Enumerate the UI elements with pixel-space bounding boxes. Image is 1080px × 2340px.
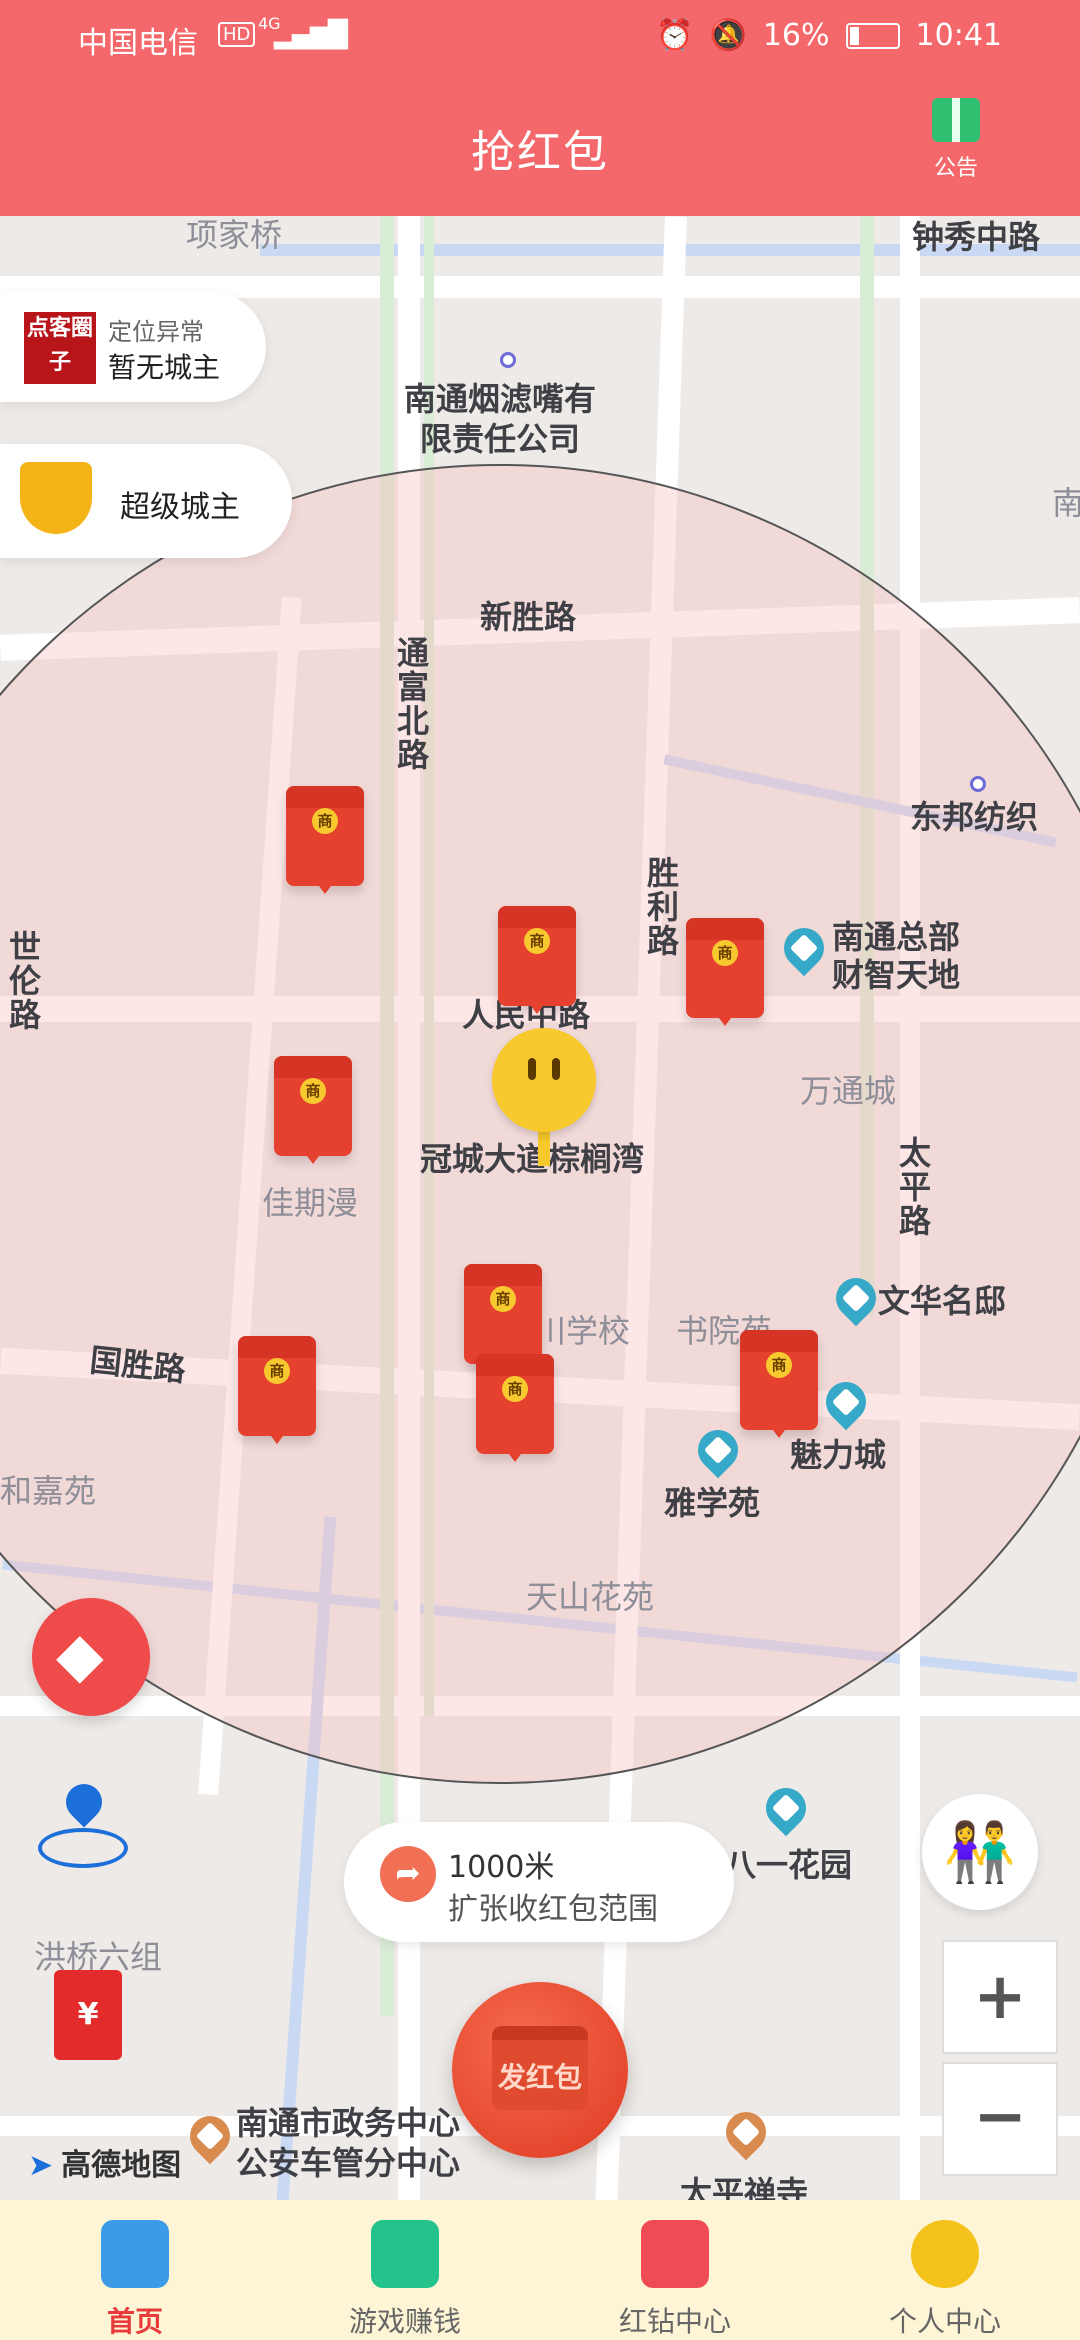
poi-pin-icon xyxy=(757,1779,815,1837)
hd-badge: HD xyxy=(218,22,256,47)
red-envelope[interactable]: 商 xyxy=(286,786,364,894)
nav-label: 红钻中心 xyxy=(618,2305,731,2338)
envelope-mark: 商 xyxy=(300,1078,326,1104)
map-label: 八一花园 xyxy=(724,1846,853,1884)
red-envelope-yuan-button[interactable]: ¥ xyxy=(54,1970,122,2060)
amap-arrow-icon: ➤ xyxy=(28,2148,54,2183)
red-envelope[interactable]: 商 xyxy=(238,1336,316,1444)
envelope-mark: 商 xyxy=(712,940,738,966)
range-distance: 1000米 xyxy=(448,1850,555,1885)
bottom-nav: 首页 游戏赚钱 红钻中心 个人中心 xyxy=(0,2200,1080,2340)
wifi-icon: ⌔ xyxy=(318,18,347,53)
city-owner-name: 暂无城主 xyxy=(108,351,221,384)
red-envelope[interactable]: 商 xyxy=(476,1354,554,1462)
send-red-envelope-button[interactable]: 发红包 xyxy=(452,1982,628,2158)
trophy-icon xyxy=(20,462,92,534)
zoom-in-button[interactable]: + xyxy=(942,1940,1058,2054)
map-label: 天山花苑 xyxy=(526,1578,655,1616)
user-location-tail xyxy=(538,1126,550,1166)
gift-icon xyxy=(932,98,980,142)
notice-label: 公告 xyxy=(933,156,978,181)
map-label: 限责任公司 xyxy=(420,420,581,458)
red-envelope[interactable]: 商 xyxy=(686,918,764,1026)
nav-games[interactable]: 游戏赚钱 xyxy=(270,2200,540,2340)
map-label: 文华名邸 xyxy=(878,1282,1007,1320)
clock: 10:41 xyxy=(915,18,1002,53)
notice-button[interactable]: 公告 xyxy=(926,98,986,182)
red-envelope[interactable]: 商 xyxy=(464,1264,542,1372)
red-envelope[interactable]: 商 xyxy=(498,906,576,1014)
map-label: 佳期漫 xyxy=(262,1184,359,1222)
nav-profile[interactable]: 个人中心 xyxy=(810,2200,1080,2340)
game-mail-icon xyxy=(371,2220,439,2288)
temple-pin-icon xyxy=(717,2103,775,2161)
diamond-button[interactable] xyxy=(32,1598,150,1716)
battery-percent: 16% xyxy=(762,18,830,53)
map-label: 万通城 xyxy=(800,1072,897,1110)
envelope-mark: 商 xyxy=(524,928,550,954)
envelope-mark: 商 xyxy=(766,1352,792,1378)
map-label: 胜利路 xyxy=(642,856,680,958)
share-arrow-icon: ➦ xyxy=(380,1846,436,1902)
envelope-mark: 商 xyxy=(490,1286,516,1312)
range-action: 扩张收红包范围 xyxy=(448,1892,658,1927)
map-label: 太平路 xyxy=(894,1136,932,1238)
amap-label: 高德地图 xyxy=(61,2148,182,2183)
carrier-name: 中国电信 xyxy=(78,26,198,61)
map-label: 国胜路 xyxy=(88,1341,188,1389)
nav-home[interactable]: 首页 xyxy=(0,2200,270,2340)
map-label: 财智天地 xyxy=(832,956,961,994)
nav-label: 首页 xyxy=(106,2305,163,2338)
map-label: 魅力城 xyxy=(790,1436,887,1474)
status-right: ⏰ 🔕 16% 10:41 xyxy=(656,18,1002,53)
box-icon xyxy=(101,2220,169,2288)
zoom-out-button[interactable]: − xyxy=(942,2062,1058,2176)
nav-diamond-center[interactable]: 红钻中心 xyxy=(540,2200,810,2340)
map-label: 冠城大道棕榈湾 xyxy=(420,1140,645,1178)
super-owner-panel[interactable]: 超级城主 xyxy=(0,444,292,558)
location-ring-icon xyxy=(38,1828,128,1868)
location-status: 定位异常 xyxy=(108,318,204,346)
envelope-mark: 商 xyxy=(312,808,338,834)
map-label: 新胜路 xyxy=(480,598,577,636)
location-pin-icon xyxy=(58,1776,110,1828)
red-envelope[interactable]: 商 xyxy=(274,1056,352,1164)
user-location-icon xyxy=(492,1028,596,1132)
map-label: 和嘉苑 xyxy=(0,1472,97,1510)
poi-dot xyxy=(970,776,986,792)
nav-label: 个人中心 xyxy=(888,2305,1001,2338)
map-label: 川学校 xyxy=(534,1312,631,1350)
couple-button[interactable]: 👫 xyxy=(922,1794,1038,1910)
status-bar: 中国电信 HD 4G ▂▄▆█ ⌔ ⏰ 🔕 16% 10:41 xyxy=(0,0,1080,72)
super-owner-label: 超级城主 xyxy=(120,490,240,525)
map-label: 公安车管分中心 xyxy=(236,2144,461,2182)
map-label: 雅学苑 xyxy=(664,1484,761,1522)
map-label: 钟秀中路 xyxy=(912,218,1041,256)
mute-icon: 🔕 xyxy=(709,18,747,53)
battery-icon xyxy=(845,22,900,49)
envelope-mark: 商 xyxy=(264,1358,290,1384)
nav-label: 游戏赚钱 xyxy=(348,2305,461,2338)
envelope-mark: 商 xyxy=(502,1376,528,1402)
map-label: 南 xyxy=(1052,484,1080,522)
map-label: 项家桥 xyxy=(186,216,283,254)
app-logo: 点客圈子 xyxy=(24,312,96,384)
amap-attribution: ➤ 高德地图 xyxy=(28,2140,181,2184)
smile-icon xyxy=(911,2220,979,2288)
map-label: 通富北路 xyxy=(392,636,430,772)
cursor-icon xyxy=(641,2220,709,2288)
expand-range-button[interactable]: ➦ 1000米 扩张收红包范围 xyxy=(344,1822,734,1942)
page-title: 抢红包 xyxy=(471,127,609,178)
map-label: 东邦纺织 xyxy=(910,798,1039,836)
locate-button[interactable] xyxy=(38,1776,128,1884)
send-label: 发红包 xyxy=(497,2061,582,2094)
red-envelope[interactable]: 商 xyxy=(740,1330,818,1438)
alarm-icon: ⏰ xyxy=(656,18,694,53)
city-owner-panel[interactable]: 点客圈子 定位异常 暂无城主 xyxy=(0,292,266,402)
map-label: 世伦路 xyxy=(4,930,42,1032)
poi-dot xyxy=(500,352,516,368)
couple-icon: 👫 xyxy=(943,1818,1017,1886)
app-header: 中国电信 HD 4G ▂▄▆█ ⌔ ⏰ 🔕 16% 10:41 抢红包 公告 xyxy=(0,0,1080,216)
